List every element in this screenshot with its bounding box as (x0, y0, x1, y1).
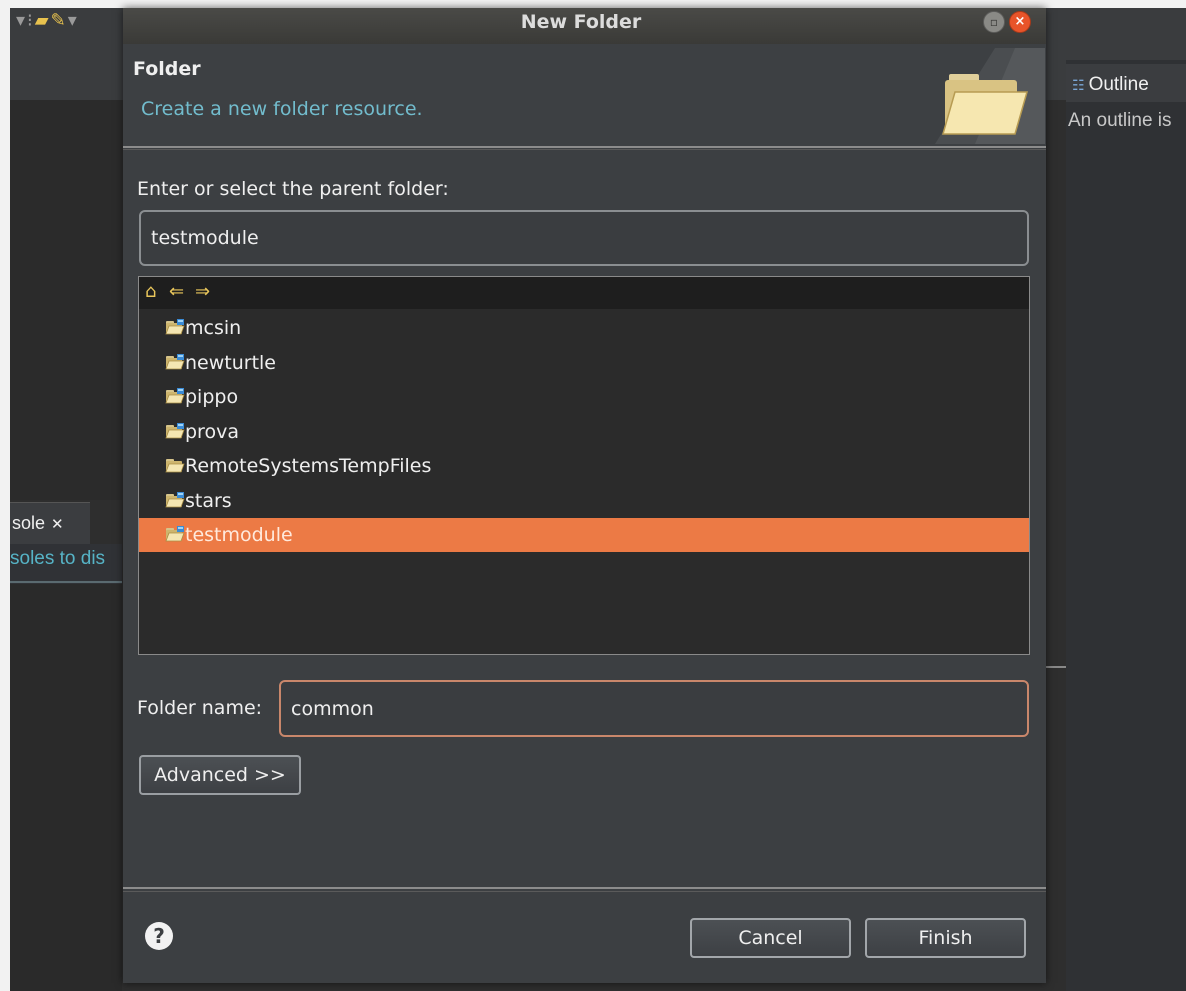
new-folder-dialog: New Folder ▫ × Folder Create a new folde… (123, 8, 1046, 983)
banner-description: Create a new folder resource. (141, 98, 423, 120)
folder-name-input[interactable] (279, 680, 1029, 737)
help-button[interactable]: ? (145, 922, 173, 950)
project-folder-icon (165, 388, 185, 404)
project-folder-icon (165, 492, 185, 508)
tree-item[interactable]: newturtle (139, 346, 1029, 380)
close-tab-icon[interactable]: ✕ (51, 516, 64, 533)
parent-folder-input[interactable] (139, 210, 1029, 266)
tree-item-label: mcsin (185, 317, 242, 339)
project-folder-icon (165, 354, 185, 370)
dialog-title: New Folder (520, 11, 642, 33)
tree-item[interactable]: testmodule (139, 518, 1029, 552)
sash[interactable] (1046, 100, 1066, 991)
tree-item[interactable]: RemoteSystemsTempFiles (139, 449, 1029, 483)
tree-item-label: newturtle (185, 352, 276, 374)
dialog-titlebar[interactable]: New Folder ▫ × (123, 8, 1046, 44)
folder-icon (165, 459, 185, 473)
restore-button[interactable]: ▫ (983, 11, 1005, 33)
tree-item[interactable]: prova (139, 415, 1029, 449)
dropdown-arrow-icon[interactable]: ▾ (68, 10, 79, 31)
outline-panel: ☷ Outline An outline is (1066, 60, 1186, 991)
divider (123, 891, 1046, 892)
divider (1046, 666, 1066, 668)
parent-folder-label: Enter or select the parent folder: (137, 178, 449, 200)
project-folder-icon (165, 423, 185, 439)
tree-item[interactable]: stars (139, 484, 1029, 518)
tree-item[interactable]: mcsin (139, 311, 1029, 345)
banner-heading: Folder (133, 58, 201, 80)
outline-tab-label: Outline (1088, 74, 1149, 95)
back-arrow-icon[interactable]: ⇐ (169, 281, 184, 302)
tree-item-label: testmodule (185, 524, 293, 546)
open-folder-icon[interactable]: ▰ (35, 10, 51, 31)
tree-item-label: prova (185, 421, 239, 443)
pencil-icon[interactable]: ✎ (51, 10, 68, 31)
divider (10, 581, 122, 583)
editor-area (10, 100, 122, 500)
tree-item-label: pippo (185, 386, 239, 408)
outline-message: An outline is (1068, 110, 1172, 131)
divider (123, 146, 1046, 148)
finish-button[interactable]: Finish (865, 918, 1026, 958)
folder-name-label: Folder name: (137, 697, 263, 719)
console-tab-label: sole (12, 513, 46, 533)
console-message: soles to dis (10, 548, 106, 569)
project-folder-icon (165, 526, 185, 542)
toolbar-icons[interactable]: ▾⁝▰✎▾ (16, 10, 79, 31)
tree-item[interactable]: pippo (139, 380, 1029, 414)
outline-icon: ☷ (1072, 77, 1085, 93)
close-button[interactable]: × (1009, 11, 1031, 33)
forward-arrow-icon[interactable]: ⇒ (195, 281, 210, 302)
dropdown-arrow-icon[interactable]: ▾ (16, 10, 27, 31)
console-tab[interactable]: sole ✕ (10, 502, 90, 544)
dialog-banner: Folder Create a new folder resource. (123, 44, 1046, 146)
cancel-button[interactable]: Cancel (690, 918, 851, 958)
console-body (10, 584, 122, 991)
separator-icon: ⁝ (27, 10, 35, 31)
divider (123, 887, 1046, 889)
tree-nav-bar: ⌂ ⇐ ⇒ (139, 277, 1029, 309)
folder-tree[interactable]: ⌂ ⇐ ⇒ mcsin newturtle pippo prova RemoteSyst… (138, 276, 1030, 655)
outline-tab[interactable]: ☷ Outline (1066, 64, 1186, 102)
divider (123, 149, 1046, 150)
project-folder-icon (165, 319, 185, 335)
tree-item-label: RemoteSystemsTempFiles (185, 455, 432, 477)
folder-wizard-icon (935, 48, 1045, 144)
tree-item-label: stars (185, 490, 232, 512)
home-icon[interactable]: ⌂ (145, 281, 156, 302)
advanced-button[interactable]: Advanced >> (139, 755, 301, 795)
